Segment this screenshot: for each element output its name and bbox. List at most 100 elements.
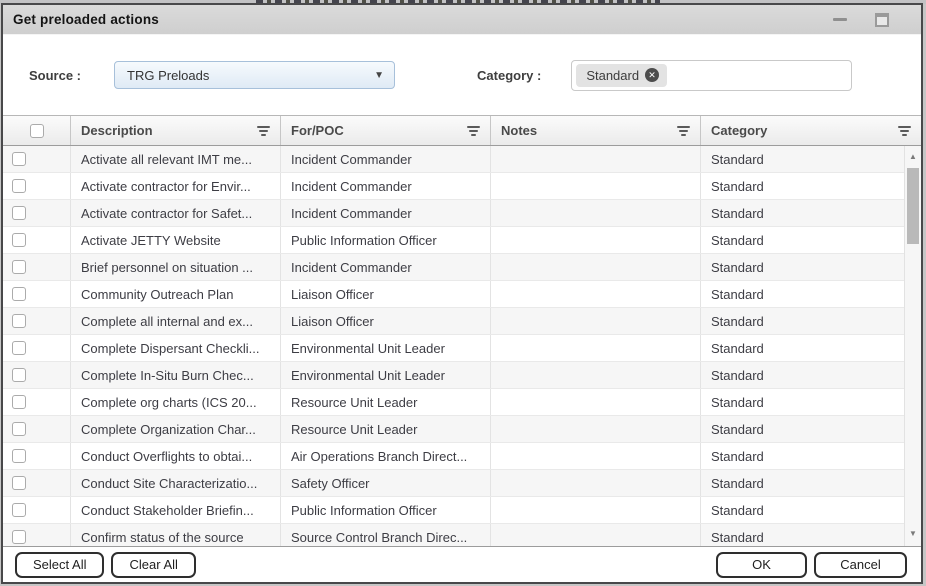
cell-description: Community Outreach Plan: [71, 281, 281, 307]
scroll-down-icon[interactable]: ▼: [905, 529, 921, 538]
table-row[interactable]: Complete Organization Char...Resource Un…: [3, 416, 904, 443]
column-header-notes[interactable]: Notes: [491, 116, 701, 145]
row-checkbox-cell: [3, 497, 71, 523]
dialog-title: Get preloaded actions: [13, 12, 159, 27]
filter-bar: Source : TRG Preloads ▼ Category : Stand…: [3, 35, 921, 115]
category-tag: Standard ✕: [576, 64, 667, 87]
cell-description: Brief personnel on situation ...: [71, 254, 281, 280]
column-header-description[interactable]: Description: [71, 116, 281, 145]
column-header-label: Category: [711, 123, 767, 138]
table-row[interactable]: Activate contractor for Safet...Incident…: [3, 200, 904, 227]
cell-description: Activate contractor for Envir...: [71, 173, 281, 199]
row-checkbox[interactable]: [12, 503, 26, 517]
row-checkbox[interactable]: [12, 233, 26, 247]
dialog-footer: Select All Clear All OK Cancel: [3, 546, 921, 582]
row-checkbox-cell: [3, 254, 71, 280]
scroll-up-icon[interactable]: ▲: [905, 152, 921, 161]
category-input[interactable]: Standard ✕: [571, 60, 852, 91]
category-tag-label: Standard: [586, 68, 639, 83]
ok-button[interactable]: OK: [716, 552, 807, 578]
cell-notes: [491, 146, 701, 172]
row-checkbox[interactable]: [12, 530, 26, 544]
cell-category: Standard: [701, 254, 904, 280]
column-header-label: Description: [81, 123, 153, 138]
table-row[interactable]: Conduct Stakeholder Briefin...Public Inf…: [3, 497, 904, 524]
cell-notes: [491, 389, 701, 415]
cell-for-poc: Incident Commander: [281, 200, 491, 226]
cell-notes: [491, 254, 701, 280]
table-row[interactable]: Activate all relevant IMT me...Incident …: [3, 146, 904, 173]
select-all-header-cell: [3, 116, 71, 145]
cell-for-poc: Source Control Branch Direc...: [281, 524, 491, 546]
row-checkbox[interactable]: [12, 287, 26, 301]
cell-category: Standard: [701, 200, 904, 226]
cell-for-poc: Resource Unit Leader: [281, 389, 491, 415]
row-checkbox-cell: [3, 146, 71, 172]
row-checkbox[interactable]: [12, 314, 26, 328]
column-header-for-poc[interactable]: For/POC: [281, 116, 491, 145]
column-header-label: Notes: [501, 123, 537, 138]
dialog-titlebar: Get preloaded actions: [3, 5, 921, 35]
cell-category: Standard: [701, 416, 904, 442]
vertical-scrollbar[interactable]: ▲ ▼: [904, 146, 921, 546]
table-row[interactable]: Activate contractor for Envir...Incident…: [3, 173, 904, 200]
filter-icon[interactable]: [669, 126, 690, 136]
filter-icon[interactable]: [890, 126, 911, 136]
cell-notes: [491, 173, 701, 199]
row-checkbox[interactable]: [12, 179, 26, 193]
table-row[interactable]: Community Outreach PlanLiaison OfficerSt…: [3, 281, 904, 308]
column-header-category[interactable]: Category: [701, 116, 921, 145]
filter-icon[interactable]: [249, 126, 270, 136]
table-row[interactable]: Activate JETTY WebsitePublic Information…: [3, 227, 904, 254]
table-row[interactable]: Complete In-Situ Burn Chec...Environment…: [3, 362, 904, 389]
row-checkbox-cell: [3, 200, 71, 226]
select-all-button[interactable]: Select All: [15, 552, 104, 578]
row-checkbox[interactable]: [12, 152, 26, 166]
table-row[interactable]: Complete all internal and ex...Liaison O…: [3, 308, 904, 335]
row-checkbox[interactable]: [12, 395, 26, 409]
row-checkbox-cell: [3, 416, 71, 442]
row-checkbox-cell: [3, 443, 71, 469]
source-dropdown[interactable]: TRG Preloads ▼: [114, 61, 395, 89]
scrollbar-thumb[interactable]: [907, 168, 919, 244]
maximize-icon[interactable]: [875, 13, 889, 27]
cell-notes: [491, 443, 701, 469]
row-checkbox-cell: [3, 362, 71, 388]
category-label: Category :: [477, 68, 541, 83]
filter-icon[interactable]: [459, 126, 480, 136]
row-checkbox[interactable]: [12, 368, 26, 382]
cell-notes: [491, 281, 701, 307]
table-row[interactable]: Brief personnel on situation ...Incident…: [3, 254, 904, 281]
cell-for-poc: Environmental Unit Leader: [281, 362, 491, 388]
cell-category: Standard: [701, 443, 904, 469]
cell-notes: [491, 524, 701, 546]
cell-notes: [491, 227, 701, 253]
row-checkbox[interactable]: [12, 341, 26, 355]
window-controls: [833, 13, 911, 27]
clear-all-button[interactable]: Clear All: [111, 552, 195, 578]
cell-description: Complete Dispersant Checkli...: [71, 335, 281, 361]
table-row[interactable]: Complete org charts (ICS 20...Resource U…: [3, 389, 904, 416]
cell-category: Standard: [701, 470, 904, 496]
cell-for-poc: Incident Commander: [281, 254, 491, 280]
remove-tag-icon[interactable]: ✕: [645, 68, 659, 82]
table-row[interactable]: Conduct Overflights to obtai...Air Opera…: [3, 443, 904, 470]
cancel-button[interactable]: Cancel: [814, 552, 907, 578]
cell-notes: [491, 362, 701, 388]
row-checkbox[interactable]: [12, 260, 26, 274]
row-checkbox[interactable]: [12, 422, 26, 436]
select-all-checkbox[interactable]: [30, 124, 44, 138]
cell-for-poc: Incident Commander: [281, 146, 491, 172]
minimize-icon[interactable]: [833, 18, 847, 21]
table-row[interactable]: Complete Dispersant Checkli...Environmen…: [3, 335, 904, 362]
row-checkbox-cell: [3, 308, 71, 334]
row-checkbox-cell: [3, 227, 71, 253]
table-row[interactable]: Conduct Site Characterizatio...Safety Of…: [3, 470, 904, 497]
cell-for-poc: Air Operations Branch Direct...: [281, 443, 491, 469]
row-checkbox[interactable]: [12, 206, 26, 220]
table-row[interactable]: Confirm status of the sourceSource Contr…: [3, 524, 904, 546]
row-checkbox[interactable]: [12, 476, 26, 490]
row-checkbox[interactable]: [12, 449, 26, 463]
chevron-down-icon: ▼: [374, 70, 384, 81]
cell-notes: [491, 497, 701, 523]
